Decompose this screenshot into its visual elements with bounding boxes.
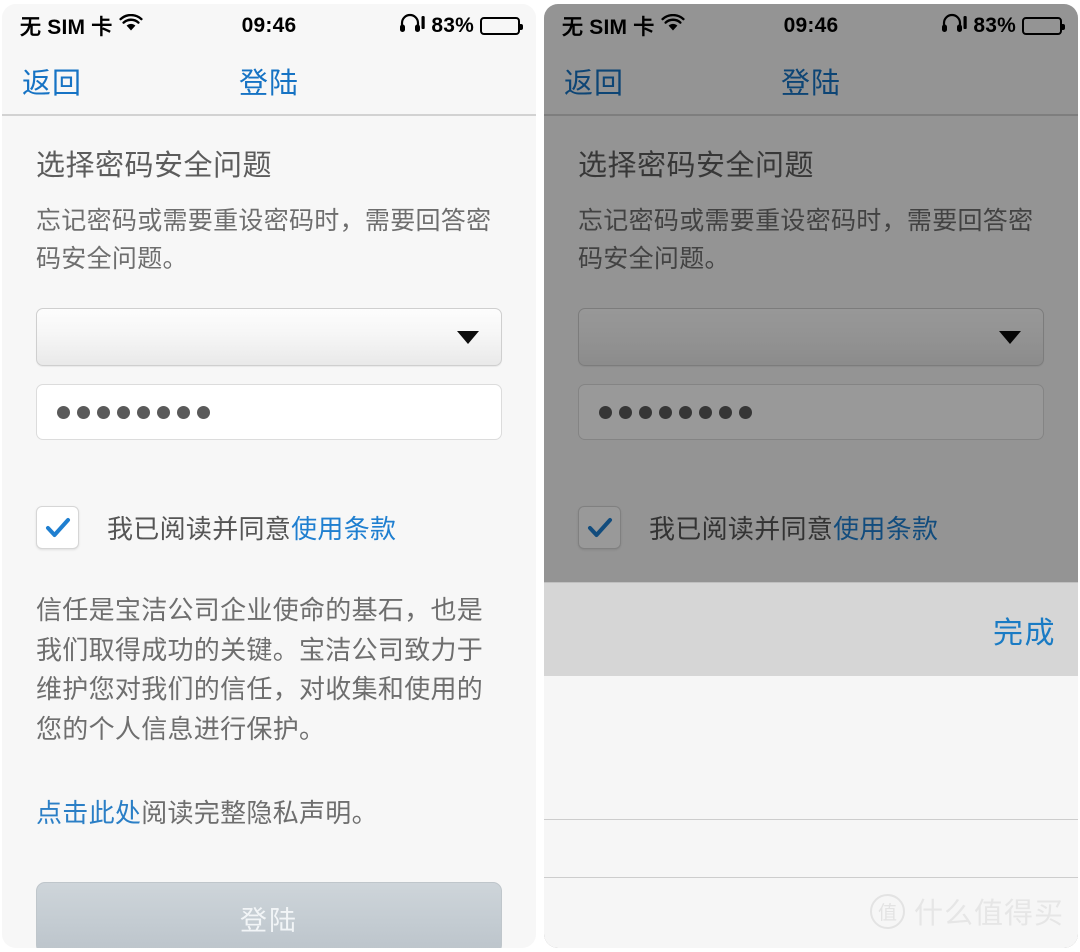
privacy-statement-link[interactable]: 点击此处	[36, 798, 141, 828]
privacy-statement-suffix: 阅读完整隐私声明。	[141, 798, 378, 829]
agreement-label-prefix: 我已阅读并同意	[107, 514, 292, 544]
password-dot	[699, 405, 712, 419]
password-dot	[739, 405, 752, 419]
agreement-label: 我已阅读并同意使用条款	[107, 509, 396, 546]
terms-checkbox[interactable]	[36, 506, 79, 549]
phone-screen-right: 无 SIM 卡 09:46 83% 返回 登陆 选择密码安全问题 忘记密码或需要…	[544, 4, 1078, 948]
picker-selection-line-top	[544, 819, 1078, 820]
agreement-label: 我已阅读并同意使用条款	[649, 509, 938, 546]
password-dot	[197, 405, 210, 419]
screenshot-stage: 无 SIM 卡 09:46 83% 返回 登陆 选择密码安全问题 忘记密码或需要…	[0, 0, 1080, 952]
terms-of-use-link[interactable]: 使用条款	[833, 514, 938, 544]
terms-of-use-link[interactable]: 使用条款	[291, 514, 396, 544]
back-button[interactable]: 返回	[22, 60, 82, 102]
form-description: 忘记密码或需要重设密码时，需要回答密码安全问题。	[578, 207, 1034, 273]
status-bar-left: 无 SIM 卡	[20, 11, 144, 41]
wifi-icon	[661, 13, 686, 38]
agreement-label-prefix: 我已阅读并同意	[649, 514, 834, 544]
watermark-text: 什么值得买	[913, 898, 1064, 930]
agreement-row[interactable]: 我已阅读并同意使用条款	[578, 506, 1044, 549]
navigation-bar: 返回 登陆	[2, 48, 536, 116]
privacy-statement-line: 点击此处阅读完整隐私声明。	[36, 793, 502, 830]
checkmark-icon	[587, 517, 612, 537]
answer-password-field[interactable]	[578, 384, 1044, 440]
form-heading: 选择密码安全问题	[578, 150, 815, 182]
status-bar-right: 83%	[941, 13, 1065, 39]
battery-icon	[480, 17, 523, 35]
password-dot	[619, 405, 632, 419]
form-heading: 选择密码安全问题	[36, 150, 273, 182]
password-dot	[679, 405, 692, 419]
watermark-badge-icon: 值	[869, 893, 905, 929]
headphones-icon	[941, 13, 968, 39]
picker-selection-line-bottom	[544, 877, 1078, 878]
carrier-label: 无 SIM 卡	[20, 16, 113, 39]
form-description: 忘记密码或需要重设密码时，需要回答密码安全问题。	[36, 207, 492, 273]
picker-done-button[interactable]: 完成	[993, 608, 1056, 652]
chevron-down-icon	[999, 330, 1021, 344]
password-dot	[77, 405, 90, 419]
status-bar: 无 SIM 卡 09:46 83%	[2, 4, 536, 48]
password-dot	[157, 405, 170, 419]
security-question-select[interactable]	[578, 308, 1044, 366]
battery-icon	[1022, 17, 1065, 35]
password-dot	[659, 405, 672, 419]
phone-screen-left: 无 SIM 卡 09:46 83% 返回 登陆 选择密码安全问题 忘记密码或需要…	[2, 4, 536, 948]
checkmark-icon	[45, 517, 70, 537]
watermark: 值 什么值得买	[869, 890, 1064, 932]
battery-percent-label: 83%	[431, 14, 474, 37]
password-dot	[177, 405, 190, 419]
chevron-down-icon	[457, 330, 479, 344]
battery-percent-label: 83%	[973, 14, 1016, 37]
login-submit-button[interactable]: 登陆	[36, 882, 502, 948]
page-title: 登陆	[238, 68, 299, 100]
password-dot	[117, 405, 130, 419]
password-dot	[719, 405, 732, 419]
agreement-row[interactable]: 我已阅读并同意使用条款	[36, 506, 502, 549]
picker-toolbar: 完成	[544, 582, 1078, 676]
password-dot	[639, 405, 652, 419]
headphones-icon	[399, 13, 426, 39]
password-dot	[57, 405, 70, 419]
password-dot	[137, 405, 150, 419]
navigation-bar: 返回 登陆	[544, 48, 1078, 116]
password-dot	[97, 405, 110, 419]
terms-checkbox[interactable]	[578, 506, 621, 549]
back-button[interactable]: 返回	[564, 60, 624, 102]
status-bar-right: 83%	[399, 13, 523, 39]
status-bar: 无 SIM 卡 09:46 83%	[544, 4, 1078, 48]
security-question-select[interactable]	[36, 308, 502, 366]
form-content: 选择密码安全问题 忘记密码或需要重设密码时，需要回答密码安全问题。 我已阅读并同…	[2, 116, 536, 948]
privacy-paragraph: 信任是宝洁公司企业使命的基石，也是我们取得成功的关键。宝洁公司致力于维护您对我们…	[36, 595, 484, 744]
answer-password-field[interactable]	[36, 384, 502, 440]
carrier-label: 无 SIM 卡	[562, 16, 655, 39]
wifi-icon	[119, 13, 144, 38]
page-title: 登陆	[780, 68, 841, 100]
status-bar-left: 无 SIM 卡	[562, 11, 686, 41]
password-dot	[599, 405, 612, 419]
